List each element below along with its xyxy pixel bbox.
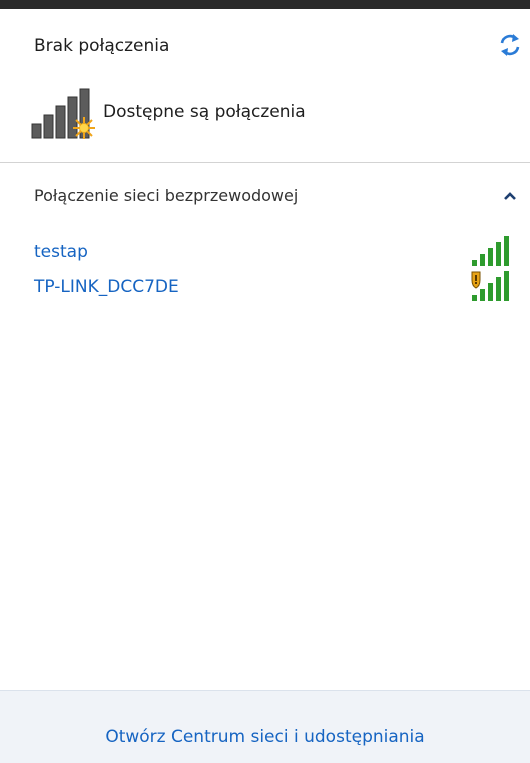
chevron-up-icon bbox=[504, 192, 516, 200]
divider bbox=[0, 162, 530, 163]
footer: Otwórz Centrum sieci i udostępniania bbox=[0, 690, 530, 763]
refresh-button[interactable] bbox=[496, 31, 524, 59]
refresh-icon bbox=[500, 34, 520, 56]
network-name: TP-LINK_DCC7DE bbox=[34, 277, 179, 297]
network-name: testap bbox=[34, 242, 88, 262]
connection-status-subtitle: Dostępne są połączenia bbox=[103, 102, 306, 122]
network-item-tp-link[interactable]: TP-LINK_DCC7DE bbox=[0, 271, 530, 305]
collapse-button[interactable] bbox=[500, 184, 520, 208]
wifi-available-icon bbox=[31, 88, 95, 139]
section-header-wireless[interactable]: Połączenie sieci bezprzewodowej bbox=[34, 186, 298, 205]
signal-strength-icon bbox=[472, 236, 509, 266]
open-network-center-link[interactable]: Otwórz Centrum sieci i udostępniania bbox=[0, 727, 530, 747]
connection-status-title: Brak połączenia bbox=[34, 36, 170, 56]
security-shield-icon bbox=[471, 271, 481, 289]
network-item-testap[interactable]: testap bbox=[0, 236, 530, 270]
signal-strength-icon bbox=[471, 271, 509, 301]
window-top-border bbox=[0, 0, 530, 9]
